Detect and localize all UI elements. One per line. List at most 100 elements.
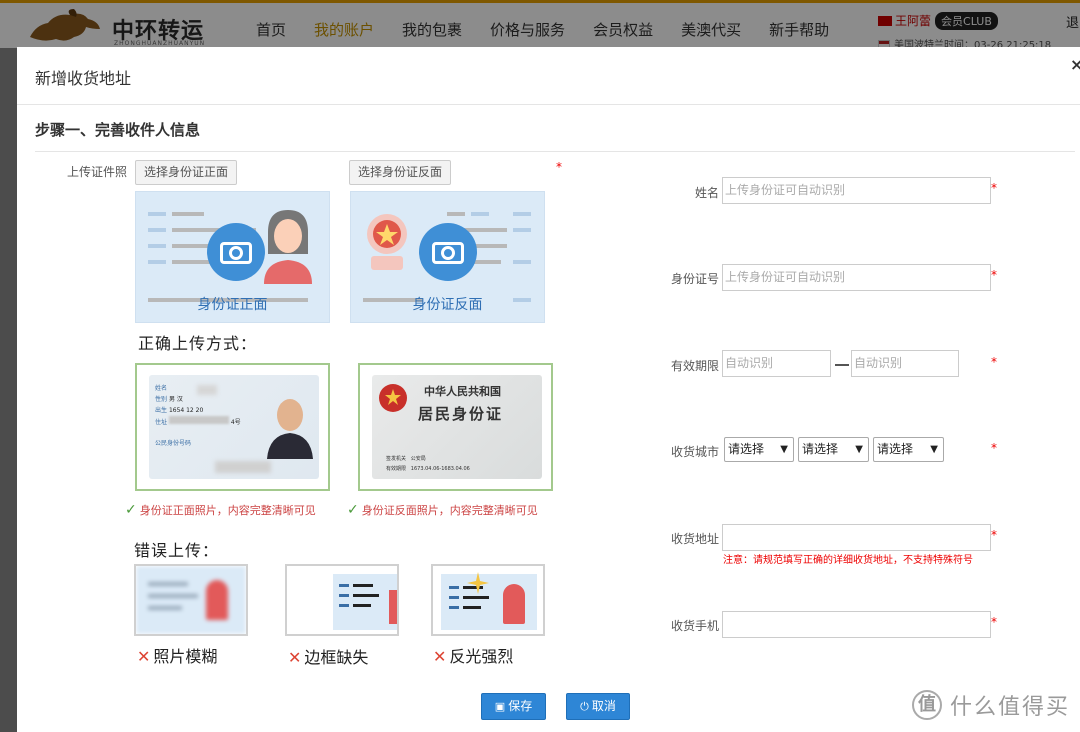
id-suffix: 4号 bbox=[230, 419, 241, 426]
validity-value: 1673.04.06-1683.04.06 bbox=[410, 466, 470, 472]
id-field-label: 出生 bbox=[155, 407, 168, 414]
watermark-text: 什么值得买 bbox=[950, 695, 1071, 720]
wrong-upload-title: 错误上传： bbox=[134, 541, 220, 560]
chevron-down-icon: ▼ bbox=[855, 444, 863, 455]
phone-input[interactable] bbox=[722, 611, 991, 638]
wrong-glare-label: ✕ 反光强烈 bbox=[433, 643, 513, 667]
national-emblem-icon bbox=[379, 384, 407, 412]
id-back-title-2: 居民身份证 bbox=[418, 405, 504, 423]
sample-id-back: 中华人民共和国 居民身份证 签发机关 公安局 有效期限 1673.04.06-1… bbox=[358, 363, 553, 491]
wrong-blurry-text: 照片模糊 bbox=[153, 647, 218, 666]
validity-from-input[interactable]: 自动识别 bbox=[722, 350, 831, 377]
district-select[interactable]: 请选择 ▼ bbox=[873, 437, 944, 462]
choose-front-button[interactable]: 选择身份证正面 bbox=[135, 160, 238, 185]
authority-value: 公安局 bbox=[410, 456, 426, 462]
validity-label: 有效期限 bbox=[670, 359, 719, 373]
check-icon: ✓ bbox=[125, 502, 137, 518]
back-ok-hint: ✓ 身份证反面照片，内容完整清晰可见 bbox=[347, 502, 538, 518]
add-address-modal: 新增收货地址 × 步骤一、完善收件人信息 上传证件照 选择身份证正面 选择身份证… bbox=[17, 47, 1080, 732]
blurred-id-number bbox=[215, 461, 271, 473]
wrong-blurry-label: ✕ 照片模糊 bbox=[137, 643, 217, 667]
watermark: 值 什么值得买 bbox=[912, 689, 1070, 721]
id-photo bbox=[267, 399, 313, 459]
choose-back-button[interactable]: 选择身份证反面 bbox=[349, 160, 452, 185]
city-label: 收货城市 bbox=[670, 445, 719, 459]
glare-sparkle-icon bbox=[467, 572, 489, 594]
wrong-sample-cropped bbox=[285, 564, 399, 636]
save-button-label: 保存 bbox=[508, 699, 533, 713]
name-input[interactable]: 上传身份证可自动识别 bbox=[722, 177, 991, 204]
placeholder-bar bbox=[447, 212, 465, 216]
placeholder-bar bbox=[471, 212, 489, 216]
address-input[interactable] bbox=[722, 524, 991, 551]
divider bbox=[35, 151, 1075, 152]
cross-icon: ✕ bbox=[137, 647, 151, 666]
placeholder-bar bbox=[172, 260, 212, 264]
upload-label: 上传证件照 bbox=[66, 165, 127, 179]
placeholder-bar bbox=[148, 212, 166, 216]
modal-title: 新增收货地址 bbox=[35, 69, 132, 88]
person-icon bbox=[264, 210, 312, 284]
name-label: 姓名 bbox=[694, 186, 719, 200]
province-select-value: 请选择 bbox=[728, 442, 765, 456]
wrong-sample-glare bbox=[431, 564, 545, 636]
id-front-upload[interactable]: 身份证正面 bbox=[135, 191, 330, 323]
close-icon[interactable]: × bbox=[1070, 55, 1080, 74]
check-icon: ✓ bbox=[347, 502, 359, 518]
province-select[interactable]: 请选择 ▼ bbox=[724, 437, 794, 462]
range-dash bbox=[835, 364, 849, 366]
id-back-upload[interactable]: 身份证反面 bbox=[350, 191, 545, 323]
blurred-name bbox=[197, 385, 217, 395]
required-mark: * bbox=[556, 160, 562, 174]
placeholder-bar bbox=[172, 212, 204, 216]
id-field-label: 性别 bbox=[155, 396, 168, 403]
required-mark: * bbox=[991, 181, 997, 195]
chevron-down-icon: ▼ bbox=[930, 444, 938, 455]
id-front-caption: 身份证正面 bbox=[197, 297, 268, 313]
phone-label: 收货手机 bbox=[670, 619, 719, 633]
front-ok-hint: ✓ 身份证正面照片，内容完整清晰可见 bbox=[125, 502, 316, 518]
required-mark: * bbox=[991, 268, 997, 282]
cancel-button-label: 取消 bbox=[591, 699, 616, 713]
id-number-label: 身份证号 bbox=[670, 272, 719, 286]
front-ok-text: 身份证正面照片，内容完整清晰可见 bbox=[139, 504, 316, 517]
save-button[interactable]: ▣ 保存 bbox=[481, 693, 546, 720]
id-field-label: 公民身份号码 bbox=[155, 440, 192, 447]
required-mark: * bbox=[991, 441, 997, 455]
placeholder-bar bbox=[513, 228, 531, 232]
step-title: 步骤一、完善收件人信息 bbox=[35, 121, 201, 139]
wrong-cropped-label: ✕ 边框缺失 bbox=[288, 644, 368, 668]
authority-label: 签发机关 bbox=[386, 456, 407, 462]
id-card-image: 姓名 性别 男 汉 出生 1654 12 20 住址 4号 公民身份号码 bbox=[149, 375, 319, 479]
required-mark: * bbox=[991, 528, 997, 542]
id-ethnic: 汉 bbox=[176, 396, 183, 403]
id-back-caption: 身份证反面 bbox=[412, 297, 483, 313]
camera-icon bbox=[207, 223, 265, 281]
address-note: 注意：请规范填写正确的详细收货地址，不支持特殊符号 bbox=[723, 555, 973, 566]
placeholder-bar bbox=[513, 260, 531, 264]
power-icon: ⏻ bbox=[580, 700, 589, 713]
validity-label: 有效期限 bbox=[386, 466, 407, 472]
city-select-value: 请选择 bbox=[802, 442, 839, 456]
wrong-glare-text: 反光强烈 bbox=[449, 647, 514, 666]
required-mark: * bbox=[991, 615, 997, 629]
placeholder-bar bbox=[513, 212, 531, 216]
placeholder-bar bbox=[148, 260, 166, 264]
id-birth: 1654 12 20 bbox=[168, 407, 204, 414]
address-label: 收货地址 bbox=[670, 532, 719, 546]
chevron-down-icon: ▼ bbox=[780, 444, 788, 455]
validity-to-input[interactable]: 自动识别 bbox=[851, 350, 959, 377]
required-mark: * bbox=[991, 355, 997, 369]
city-select[interactable]: 请选择 ▼ bbox=[798, 437, 869, 462]
cross-icon: ✕ bbox=[433, 647, 447, 666]
watermark-logo-icon: 值 bbox=[912, 690, 942, 720]
sample-id-front: 姓名 性别 男 汉 出生 1654 12 20 住址 4号 公民身份号码 bbox=[135, 363, 330, 491]
cancel-button[interactable]: ⏻ 取消 bbox=[566, 693, 630, 720]
id-back-title-1: 中华人民共和国 bbox=[424, 385, 501, 398]
id-number-input[interactable]: 上传身份证可自动识别 bbox=[722, 264, 991, 291]
wrong-cropped-text: 边框缺失 bbox=[304, 648, 369, 667]
blurred-address bbox=[168, 416, 229, 424]
modal-header: 新增收货地址 × bbox=[17, 47, 1080, 105]
id-card-back-image: 中华人民共和国 居民身份证 签发机关 公安局 有效期限 1673.04.06-1… bbox=[372, 375, 542, 479]
placeholder-bar bbox=[148, 244, 166, 248]
